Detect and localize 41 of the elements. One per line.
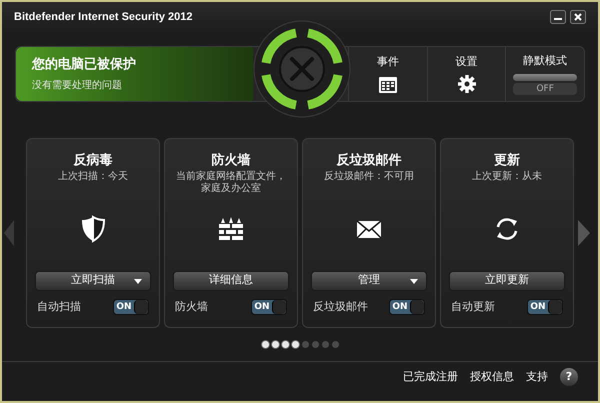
module-title: 更新 <box>494 152 520 170</box>
settings-icon <box>456 74 476 94</box>
action-label: 事件 <box>376 54 399 70</box>
action-label: 设置 <box>456 54 478 70</box>
action-label: 静默模式 <box>523 53 568 70</box>
module-status: 反垃圾邮件：不可用 <box>324 170 414 182</box>
toggle-label: 反垃圾邮件 <box>313 298 368 314</box>
toggle-label: 防火墙 <box>175 298 208 314</box>
footer-link[interactable]: 支持 <box>526 368 548 386</box>
module-button[interactable]: 管理 <box>311 270 427 290</box>
caret-icon <box>410 278 418 284</box>
on-off-switch[interactable]: ON <box>389 298 425 315</box>
help-button[interactable]: ? <box>560 368 578 386</box>
shield-icon <box>79 214 107 242</box>
status-subtitle: 没有需要处理的问题 <box>32 78 123 94</box>
module-button[interactable]: 立即扫描 <box>35 270 151 290</box>
toggle-label: 自动扫描 <box>37 298 81 314</box>
close-icon[interactable] <box>570 10 586 24</box>
toggle-label: 自动更新 <box>451 298 495 314</box>
on-off-switch[interactable]: ON <box>113 298 149 315</box>
footer-link[interactable]: 授权信息 <box>470 368 514 386</box>
module-status: 家庭及办公室 <box>201 182 261 194</box>
module-title: 防火墙 <box>212 152 250 170</box>
module-button[interactable]: 立即更新 <box>449 270 565 290</box>
module-status: 上次扫描：今天 <box>58 170 128 182</box>
caret-icon <box>134 278 142 284</box>
module-status: 当前家庭网络配置文件， <box>176 170 286 182</box>
module-status: 上次更新：从未 <box>472 170 542 182</box>
module-title: 反病毒 <box>74 152 112 170</box>
on-off-switch[interactable]: ON <box>527 298 563 315</box>
switch-track <box>513 74 578 81</box>
calendar-icon <box>378 74 398 94</box>
minimize-icon[interactable] <box>550 10 566 24</box>
footer-link[interactable]: 已完成注册 <box>403 368 458 386</box>
module-button[interactable]: 详细信息 <box>173 270 289 290</box>
brick-wall-icon <box>217 214 245 242</box>
status-title: 您的电脑已被保护 <box>32 56 137 74</box>
module-title: 反垃圾邮件 <box>336 152 402 170</box>
toggle-button[interactable]: OFF <box>513 82 578 95</box>
window-title: Bitdefender Internet Security 2012 <box>14 10 193 25</box>
on-off-switch[interactable]: ON <box>251 298 287 315</box>
